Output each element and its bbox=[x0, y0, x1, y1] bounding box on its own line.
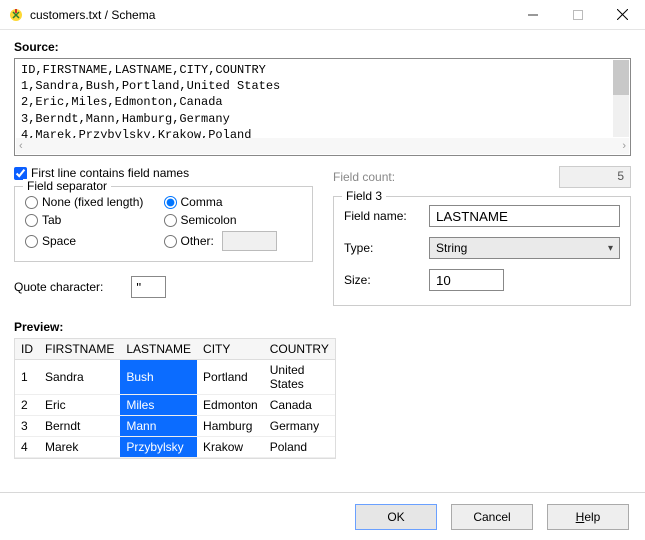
table-cell[interactable]: Miles bbox=[120, 395, 197, 416]
table-cell[interactable]: 4 bbox=[15, 437, 39, 458]
radio-other[interactable] bbox=[164, 235, 177, 248]
type-select-value: String bbox=[436, 241, 467, 255]
preview-label: Preview: bbox=[14, 320, 631, 334]
window-title: customers.txt / Schema bbox=[30, 8, 510, 22]
table-cell[interactable]: Hamburg bbox=[197, 416, 264, 437]
type-label: Type: bbox=[344, 241, 429, 255]
table-cell[interactable]: Germany bbox=[264, 416, 335, 437]
type-select[interactable]: String ▾ bbox=[429, 237, 620, 259]
scroll-right-icon[interactable]: › bbox=[622, 140, 626, 152]
titlebar: customers.txt / Schema bbox=[0, 0, 645, 30]
table-row[interactable]: 2EricMilesEdmontonCanada bbox=[15, 395, 335, 416]
quote-input[interactable] bbox=[131, 276, 166, 298]
radio-space[interactable] bbox=[25, 235, 38, 248]
table-cell[interactable]: 2 bbox=[15, 395, 39, 416]
table-cell[interactable]: Berndt bbox=[39, 416, 120, 437]
radio-tab[interactable] bbox=[25, 214, 38, 227]
table-cell[interactable]: 1 bbox=[15, 360, 39, 395]
table-cell[interactable]: Bush bbox=[120, 360, 197, 395]
field-details-legend: Field 3 bbox=[342, 189, 386, 203]
column-header[interactable]: CITY bbox=[197, 339, 264, 360]
column-header[interactable]: ID bbox=[15, 339, 39, 360]
fieldcount-value: 5 bbox=[559, 166, 631, 188]
scroll-left-icon[interactable]: ‹ bbox=[19, 140, 23, 152]
radio-semicolon[interactable] bbox=[164, 214, 177, 227]
app-icon bbox=[8, 7, 24, 23]
table-cell[interactable]: Canada bbox=[264, 395, 335, 416]
column-header[interactable]: FIRSTNAME bbox=[39, 339, 120, 360]
table-cell[interactable]: Portland bbox=[197, 360, 264, 395]
field-details-group: Field 3 Field name: Type: String ▾ Size: bbox=[333, 196, 631, 306]
help-button[interactable]: Help bbox=[547, 504, 629, 530]
table-row[interactable]: 3BerndtMannHamburgGermany bbox=[15, 416, 335, 437]
vertical-scrollbar[interactable] bbox=[613, 60, 629, 137]
horizontal-scrollbar[interactable]: ‹ › bbox=[16, 138, 629, 154]
column-header[interactable]: LASTNAME bbox=[120, 339, 197, 360]
table-cell[interactable]: United States bbox=[264, 360, 335, 395]
table-row[interactable]: 1SandraBushPortlandUnited States bbox=[15, 360, 335, 395]
dialog-footer: OK Cancel Help bbox=[0, 492, 645, 540]
table-cell[interactable]: Eric bbox=[39, 395, 120, 416]
firstline-checkbox-label: First line contains field names bbox=[31, 166, 189, 180]
table-cell[interactable]: Sandra bbox=[39, 360, 120, 395]
source-textarea[interactable]: ID,FIRSTNAME,LASTNAME,CITY,COUNTRY 1,San… bbox=[14, 58, 631, 156]
other-separator-input bbox=[222, 231, 277, 251]
preview-table[interactable]: IDFIRSTNAMELASTNAMECITYCOUNTRY 1SandraBu… bbox=[14, 338, 336, 459]
field-separator-group: Field separator None (fixed length) Comm… bbox=[14, 186, 313, 262]
table-cell[interactable]: Mann bbox=[120, 416, 197, 437]
field-separator-legend: Field separator bbox=[23, 179, 111, 193]
size-label: Size: bbox=[344, 273, 429, 287]
ok-button[interactable]: OK bbox=[355, 504, 437, 530]
minimize-button[interactable] bbox=[510, 0, 555, 29]
source-label: Source: bbox=[14, 40, 631, 54]
quote-label: Quote character: bbox=[14, 280, 103, 294]
radio-comma[interactable] bbox=[164, 196, 177, 209]
fieldname-input[interactable] bbox=[429, 205, 620, 227]
firstline-checkbox[interactable] bbox=[14, 167, 27, 180]
size-input[interactable] bbox=[429, 269, 504, 291]
chevron-down-icon: ▾ bbox=[608, 243, 613, 254]
fieldcount-label: Field count: bbox=[333, 170, 443, 184]
source-text-content: ID,FIRSTNAME,LASTNAME,CITY,COUNTRY 1,San… bbox=[15, 59, 630, 146]
cancel-button[interactable]: Cancel bbox=[451, 504, 533, 530]
column-header[interactable]: COUNTRY bbox=[264, 339, 335, 360]
table-row[interactable]: 4MarekPrzybylskyKrakowPoland bbox=[15, 437, 335, 458]
table-cell[interactable]: Marek bbox=[39, 437, 120, 458]
close-button[interactable] bbox=[600, 0, 645, 29]
table-cell[interactable]: Krakow bbox=[197, 437, 264, 458]
table-cell[interactable]: Edmonton bbox=[197, 395, 264, 416]
table-cell[interactable]: 3 bbox=[15, 416, 39, 437]
fieldname-label: Field name: bbox=[344, 209, 429, 223]
maximize-button[interactable] bbox=[555, 0, 600, 29]
radio-none[interactable] bbox=[25, 196, 38, 209]
table-cell[interactable]: Poland bbox=[264, 437, 335, 458]
table-cell[interactable]: Przybylsky bbox=[120, 437, 197, 458]
